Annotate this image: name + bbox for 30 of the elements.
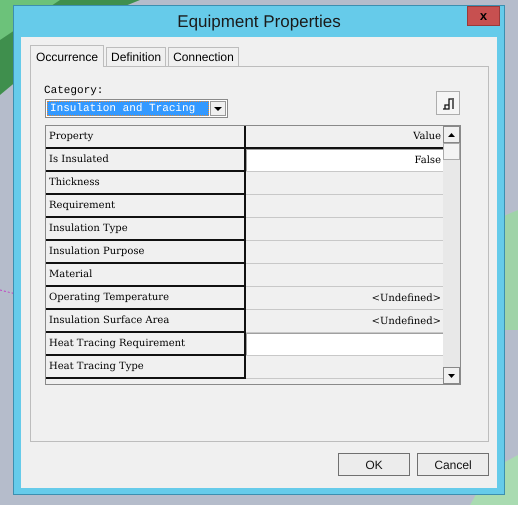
dialog-button[interactable]: OK (338, 453, 410, 476)
dialog-button[interactable]: Cancel (417, 453, 489, 476)
value-cell[interactable]: False (246, 149, 443, 172)
scrollbar[interactable] (443, 126, 460, 384)
column-header: Property (46, 126, 246, 149)
scroll-down-button[interactable] (443, 367, 460, 384)
scroll-thumb[interactable] (443, 143, 460, 160)
window-title: Equipment Properties (177, 10, 341, 33)
dropdown-value: Insulation and Tracing (47, 101, 209, 116)
up-arrow-icon (448, 132, 455, 136)
property-cell: Requirement (46, 195, 246, 218)
category-label: Category: (44, 84, 104, 99)
property-cell: Insulation Purpose (46, 241, 246, 264)
tab[interactable]: Occurrence (30, 45, 104, 67)
property-cell: Material (46, 264, 246, 287)
property-cell: Heat Tracing Type (46, 356, 246, 379)
property-cell: Heat Tracing Requirement (46, 333, 246, 356)
property-cell: Operating Temperature (46, 287, 246, 310)
property-cell: Insulation Type (46, 218, 246, 241)
property-cell: Insulation Surface Area (46, 310, 246, 333)
property-cell: Is Insulated (46, 149, 246, 172)
pipe-gauge-icon (442, 96, 454, 110)
value-cell[interactable] (246, 333, 443, 356)
close-button[interactable]: x (467, 6, 500, 26)
scroll-up-button[interactable] (443, 126, 460, 143)
tool-button[interactable] (436, 91, 460, 115)
tab[interactable]: Definition (106, 47, 166, 66)
down-arrow-icon (448, 374, 455, 378)
tab[interactable]: Connection (168, 47, 239, 66)
property-cell: Thickness (46, 172, 246, 195)
